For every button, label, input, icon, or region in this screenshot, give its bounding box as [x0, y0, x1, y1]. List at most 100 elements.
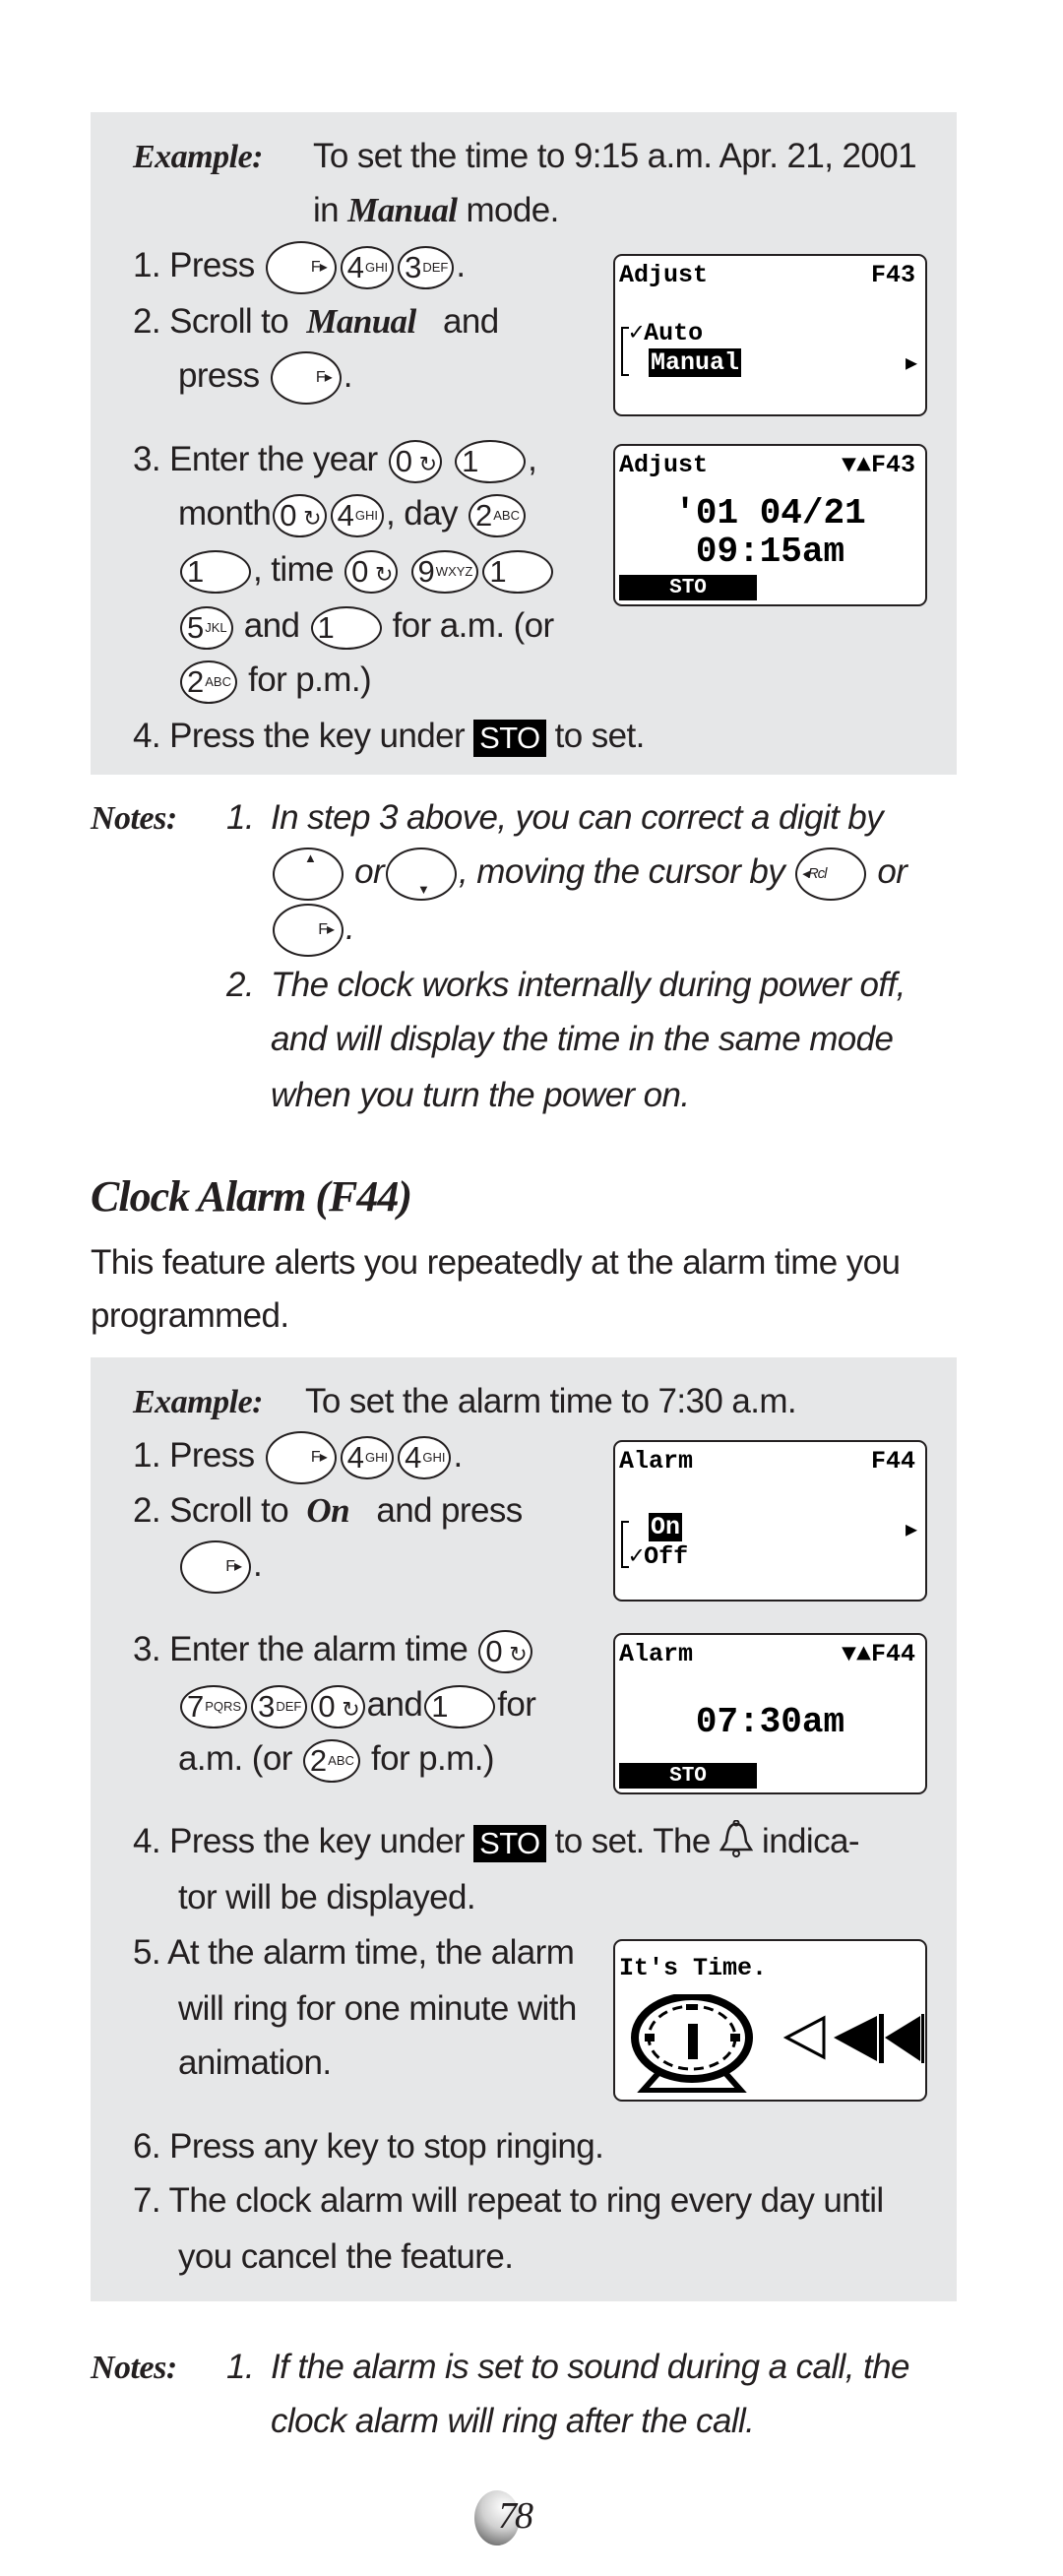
key-0-icon: 0 ↻ — [311, 1684, 365, 1728]
key-4-icon: 4 GHI — [340, 245, 395, 289]
step-3-ampm: a.m. (or 2 ABC for p.m.) — [178, 1731, 495, 1787]
step-text: , time — [253, 550, 335, 589]
key-0-icon: 0 ↻ — [344, 549, 399, 594]
key-2-icon: 2 ABC — [302, 1738, 360, 1783]
option-auto: ✓Auto — [629, 319, 704, 347]
step-3-cont: 7 PQRS 3 DEF 0 ↻ and 1 for — [178, 1677, 536, 1732]
step-text: for p.m.) — [371, 1739, 495, 1778]
step-text: , day — [385, 494, 458, 533]
step-text: Press the key under — [169, 717, 465, 755]
step-text: Press — [169, 246, 255, 284]
step-text: indica- — [762, 1822, 860, 1860]
bracket — [621, 327, 629, 376]
step-text: and — [442, 302, 499, 341]
step-1: 1. Press F▸ 4 GHI 3 DEF. — [133, 238, 466, 294]
intro-line: programmed. — [91, 1296, 289, 1335]
page-number: 78 — [474, 2488, 535, 2545]
note-line: clock alarm will ring after the call. — [271, 2402, 755, 2440]
bracket — [621, 1521, 629, 1568]
ringing-clock-animation-icon — [631, 1994, 924, 2093]
f-key-icon: F▸ — [180, 1539, 251, 1594]
key-1-icon: 1 — [310, 605, 382, 650]
example-label: Example: — [133, 1384, 263, 1420]
step-text: for p.m.) — [248, 660, 372, 699]
key-7-icon: 7 PQRS — [180, 1684, 248, 1728]
mode-name: Manual — [347, 191, 458, 229]
example-line: Example: — [133, 1374, 263, 1429]
step-3: 3. Enter the year 0 ↻ 1, — [133, 432, 537, 487]
step-2: 2. Scroll to On and press — [133, 1483, 523, 1539]
lcd-alarm-time: Alarm ▼▲F44 07:30am STO — [613, 1633, 927, 1794]
lcd-adjust-mode: Adjust F43 ✓Auto Manual ▶ — [613, 254, 927, 416]
step-text: and — [366, 1685, 423, 1724]
f-key-icon: F▸ — [270, 350, 342, 405]
step-4: 4. Press the key under STO to set. The i… — [133, 1814, 860, 1869]
lcd-alarm-ringing: It's Time. — [613, 1939, 927, 2102]
step-text: for — [497, 1685, 536, 1724]
step-text: and press — [376, 1491, 523, 1530]
lcd-code: ▼▲F43 — [841, 451, 915, 479]
section-heading: Clock Alarm (F44) — [91, 1172, 412, 1221]
key-4-icon: 4 GHI — [398, 1435, 452, 1479]
example-text: To set the alarm time to 7:30 a.m. — [305, 1382, 797, 1420]
lcd-title: Alarm — [619, 1640, 694, 1668]
softkey-sto: STO — [619, 575, 757, 600]
f-key-icon: F▸ — [265, 240, 337, 294]
lcd-code: F44 — [870, 1447, 915, 1476]
step-5-line: animation. — [178, 2043, 332, 2082]
key-3-icon: 3 DEF — [251, 1684, 308, 1728]
example-label: Example: — [133, 139, 263, 175]
key-0-icon: 0 ↻ — [478, 1629, 532, 1673]
step-number: 3. — [133, 440, 161, 478]
note-1-number: 1. — [226, 2348, 255, 2386]
step-text: to set. — [554, 717, 646, 755]
note-2-line: when you turn the power on. — [271, 1076, 690, 1114]
right-arrow-icon: ▶ — [905, 353, 917, 376]
step-3-time: 1, time 0 ↻ 9 WXYZ 1 — [178, 542, 555, 597]
key-1-icon: 1 — [424, 1684, 496, 1728]
key-0-icon: 0 ↻ — [273, 493, 327, 537]
key-2-icon: 2 ABC — [180, 660, 237, 704]
step-4: 4. Press the key under STO to set. — [133, 709, 645, 764]
check-icon: ✓ — [629, 1542, 645, 1571]
note-1-cont: ▲ or ▼, moving the cursor by ◂Rcl or — [271, 845, 907, 901]
step-number: 1. — [133, 246, 161, 284]
step-number: 4. — [133, 717, 161, 755]
step-text: 1. Press — [133, 1436, 255, 1475]
lcd-code: F43 — [870, 261, 915, 289]
step-3: 3. Enter the alarm time 0 ↻ — [133, 1622, 534, 1677]
note-2-number: 2. — [226, 966, 255, 1004]
key-1-icon: 1 — [455, 439, 527, 483]
step-3-ampm: 5 JKL and 1 for a.m. (or — [178, 598, 554, 654]
notes-label: Notes: — [91, 800, 177, 837]
sto-softkey-label: STO — [473, 719, 546, 757]
option-name: On — [306, 1491, 349, 1530]
step-text: 3. Enter the alarm time — [133, 1630, 469, 1668]
step-1: 1. Press F▸ 4 GHI 4 GHI. — [133, 1428, 463, 1484]
down-key-icon: ▼ — [386, 847, 458, 901]
text: in — [313, 191, 340, 229]
step-text: and — [243, 606, 300, 645]
step-2: 2. Scroll to Manual and — [133, 294, 499, 349]
key-3-icon: 3 DEF — [398, 245, 455, 289]
option-manual: Manual — [649, 348, 742, 377]
note-1-cont-2: F▸. — [271, 901, 355, 957]
mode-name: Manual — [306, 302, 416, 341]
intro-line: This feature alerts you repeatedly at th… — [91, 1243, 901, 1282]
example-text-2: in Manual mode. — [313, 183, 559, 238]
step-text: 2. Scroll to — [133, 1491, 289, 1530]
step-2-cont: press F▸. — [178, 348, 352, 405]
softkey-sto: STO — [619, 1763, 757, 1789]
f-key-icon: F▸ — [265, 1430, 337, 1484]
note-1-number: 1. — [226, 798, 255, 837]
right-arrow-icon: ▶ — [905, 1520, 917, 1542]
step-text: 4. Press the key under — [133, 1822, 466, 1860]
page-number-text: 78 — [498, 2495, 533, 2537]
key-0-icon: 0 ↻ — [388, 439, 443, 483]
step-7-line: 7. The clock alarm will repeat to ring e… — [133, 2181, 884, 2220]
key-1-icon: 1 — [180, 549, 251, 594]
example-text: To set the time to 9:15 a.m. Apr. 21, 20… — [313, 137, 917, 175]
up-key-icon: ▲ — [273, 847, 344, 901]
step-4-cont: tor will be displayed. — [178, 1878, 476, 1916]
lcd-alarm-onoff: Alarm F44 On ✓Off ▶ — [613, 1440, 927, 1602]
